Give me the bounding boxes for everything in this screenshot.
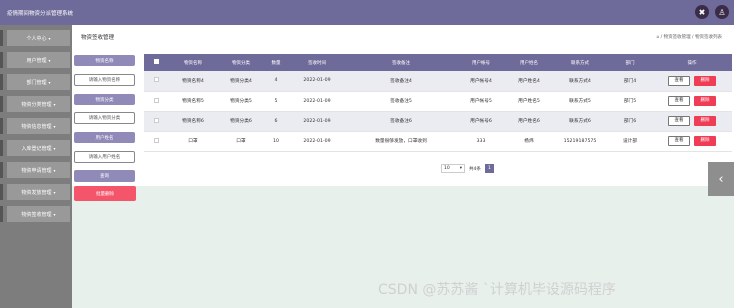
column-header[interactable]: 物资名称 (168, 54, 218, 71)
chevron-down-icon: ▾ (459, 166, 462, 171)
close-circle-icon[interactable]: ✖ (695, 5, 709, 19)
filter-label-category: 物资分类 (74, 94, 135, 105)
delete-button[interactable]: 删除 (694, 75, 716, 86)
table-row: 物资名称4 物资分类4 4 2022-01-09 签收备注4 用户帐号4 用户姓… (144, 71, 732, 92)
receipts-table: 物资名称 物资分类 数量 签收时间 签收备注 用户帐号 用户姓名 联系方式 部门… (144, 54, 732, 152)
row-checkbox[interactable] (153, 117, 159, 123)
row-checkbox[interactable] (153, 97, 159, 103)
view-button[interactable]: 查看 (668, 75, 690, 86)
sidebar-item-requests[interactable]: 物资申请管理 ▾ (7, 162, 70, 178)
row-checkbox[interactable] (153, 77, 159, 83)
filter-label-material-name: 物资名称 (74, 55, 135, 66)
chevron-down-icon: ▾ (48, 79, 51, 85)
chevron-down-icon: ▾ (53, 211, 56, 217)
delete-button[interactable]: 删除 (694, 116, 716, 126)
material-name-input[interactable]: 请输入物资名称 (74, 74, 135, 86)
total-count: 共4条 (469, 166, 481, 172)
column-header[interactable]: 联系方式 (552, 54, 608, 71)
search-button[interactable]: 查询 (74, 170, 135, 182)
chevron-down-icon: ▾ (53, 101, 56, 107)
chevron-down-icon: ▾ (53, 167, 56, 173)
table-row: 口罩 口罩 10 2022-01-09 数量很够发放，口罩收到 333 杨炜 1… (144, 131, 732, 152)
main-panel: 物资名称 请输入物资名称 物资分类 请输入物资分类 用户姓名 请输入用户姓名 查… (72, 48, 734, 186)
sidebar-item-profile[interactable]: 个人中心 ▾ (7, 30, 70, 46)
chevron-down-icon: ▾ (48, 57, 51, 63)
table-row: 物资名称6 物资分类6 6 2022-01-09 签收备注6 用户帐号6 用户姓… (144, 111, 732, 132)
column-header[interactable]: 用户姓名 (506, 54, 552, 71)
select-all-checkbox[interactable] (153, 59, 159, 64)
column-header[interactable]: 签收备注 (346, 54, 456, 71)
user-icon[interactable]: ♙ (715, 5, 729, 19)
sidebar: 个人中心 ▾ 用户管理 ▾ 部门管理 ▾ 物资分类管理 ▾ 物资信息管理 ▾ 入库登记管理… (0, 25, 72, 308)
category-input[interactable]: 请输入物资分类 (74, 112, 135, 124)
column-header[interactable]: 签收时间 (288, 54, 346, 71)
chevron-down-icon: ▾ (53, 145, 56, 151)
column-header: 操作 (687, 60, 697, 66)
watermark: CSDN @苏苏酱 `计算机毕设源码程序 (378, 282, 616, 298)
chevron-down-icon: ▾ (48, 35, 51, 41)
view-button[interactable]: 查看 (668, 116, 690, 126)
column-header[interactable]: 物资分类 (218, 54, 264, 71)
row-checkbox[interactable] (153, 137, 159, 143)
table-row: 物资名称5 物资分类5 5 2022-01-09 签收备注5 用户帐号5 用户姓… (144, 91, 732, 112)
column-header[interactable]: 用户帐号 (456, 54, 506, 71)
breadcrumb-bar: 物资签收管理 ⌂ / 物资签收管理 / 物资签收列表 (72, 25, 734, 48)
filter-label-user-name: 用户姓名 (74, 132, 135, 143)
column-header[interactable]: 部门 (608, 54, 652, 71)
view-button[interactable]: 查看 (668, 96, 690, 106)
app-title: 疫情期间物资分派管理系统 (7, 11, 74, 17)
page-number-button[interactable]: 1 (484, 164, 494, 173)
chevron-left-icon[interactable]: ‹ (708, 162, 734, 196)
column-header[interactable]: 数量 (264, 54, 288, 71)
sidebar-item-users[interactable]: 用户管理 ▾ (7, 52, 70, 68)
sidebar-item-receipts[interactable]: 物资签收管理 ▾ (7, 206, 70, 222)
chevron-down-icon: ▾ (53, 123, 56, 129)
breadcrumb[interactable]: ⌂ / 物资签收管理 / 物资签收列表 (656, 34, 722, 40)
sidebar-item-departments[interactable]: 部门管理 ▾ (7, 74, 70, 90)
bulk-delete-button[interactable]: 批量删除 (74, 186, 136, 201)
page-size-select[interactable]: 10 ▾ (441, 164, 465, 173)
sidebar-item-inbound[interactable]: 入库登记管理 ▾ (7, 140, 70, 156)
page-title: 物资签收管理 (81, 35, 115, 41)
pagination: 10 ▾ 共4条 1 (441, 164, 494, 173)
delete-button[interactable]: 删除 (694, 96, 716, 106)
delete-button[interactable]: 删除 (694, 136, 716, 146)
sidebar-item-categories[interactable]: 物资分类管理 ▾ (7, 96, 70, 112)
top-bar: 疫情期间物资分派管理系统 ✖ ♙ (0, 0, 734, 25)
sidebar-item-materials[interactable]: 物资信息管理 ▾ (7, 118, 70, 134)
user-name-input[interactable]: 请输入用户姓名 (74, 151, 135, 163)
view-button[interactable]: 查看 (668, 136, 690, 146)
table-header: 物资名称 物资分类 数量 签收时间 签收备注 用户帐号 用户姓名 联系方式 部门… (144, 54, 732, 71)
sidebar-item-distribution[interactable]: 物资发放管理 ▾ (7, 184, 70, 200)
chevron-down-icon: ▾ (53, 189, 56, 195)
